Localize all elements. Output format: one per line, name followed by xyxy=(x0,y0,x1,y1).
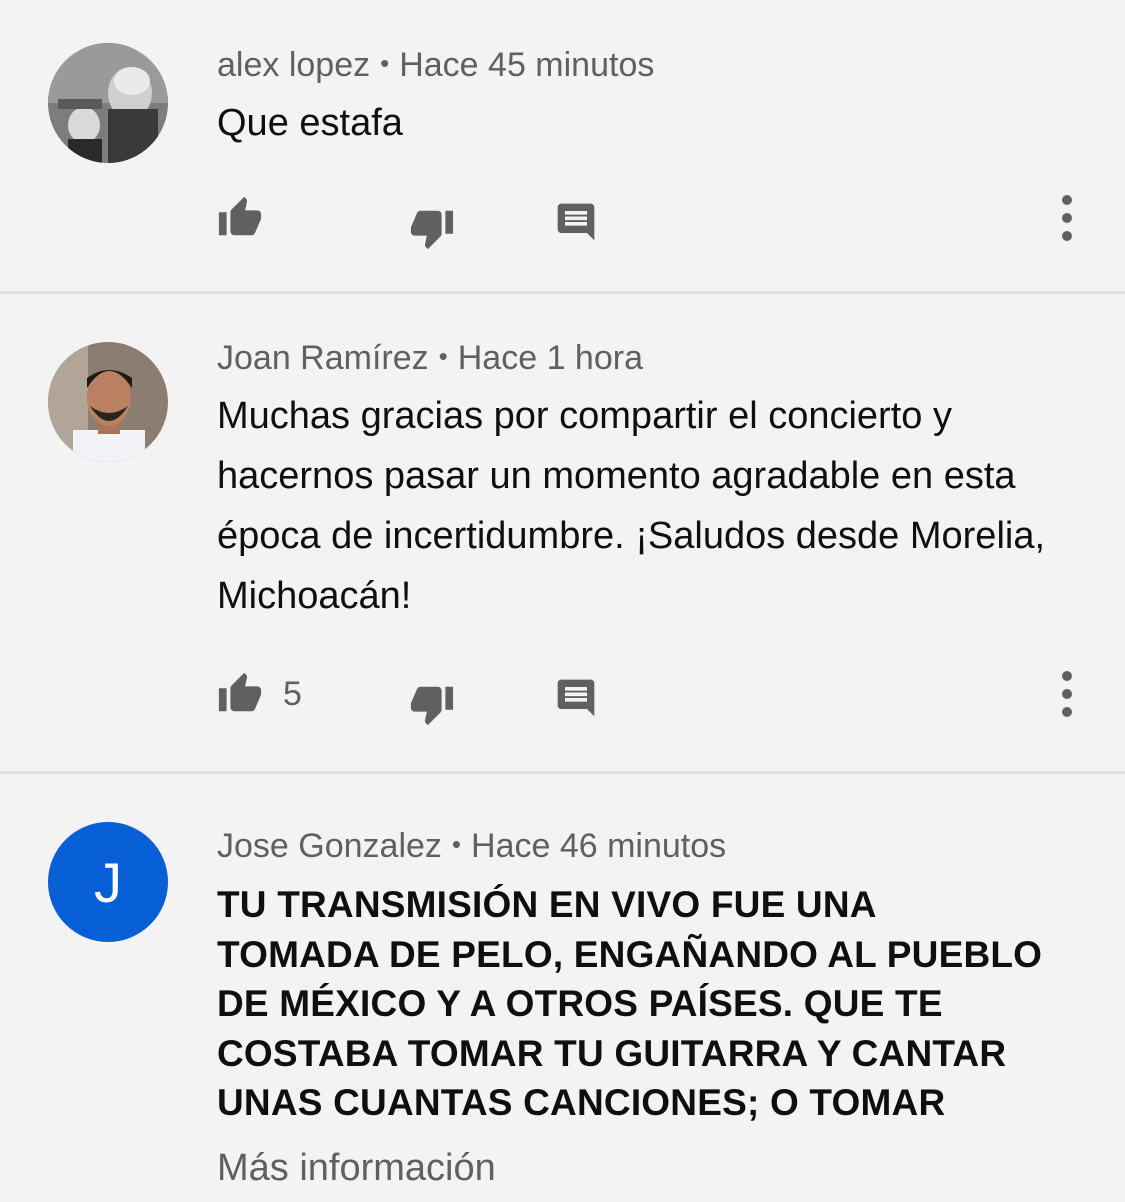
comment-text: Que estafa xyxy=(217,102,403,144)
avatar-letter: J xyxy=(94,850,122,914)
comment-text-line: COSTABA TOMAR TU GUITARRA Y CANTAR xyxy=(217,1032,1007,1074)
dislike-button[interactable] xyxy=(409,674,455,734)
comment-2: Joan Ramírez • Hace 1 hora Muchas gracias … xyxy=(0,294,1125,774)
comment-text-line: TU TRANSMISIÓN EN VIVO FUE UNA xyxy=(217,884,877,925)
comment-actions xyxy=(217,188,1125,250)
more-vertical-icon xyxy=(1062,195,1072,241)
avatar[interactable] xyxy=(48,43,168,163)
avatar[interactable]: J xyxy=(48,822,168,942)
read-more-link[interactable]: Más información xyxy=(217,1146,1085,1190)
like-button[interactable] xyxy=(217,188,283,248)
comment-meta: Jose Gonzalez • Hace 46 minutos xyxy=(217,824,1085,866)
comment-text-line: UNAS CUANTAS CANCIONES; O TOMAR xyxy=(217,1082,946,1123)
comment-meta: Joan Ramírez • Hace 1 hora xyxy=(217,336,1085,378)
comment-time[interactable]: Hace 45 minutos xyxy=(399,46,654,84)
thumb-down-icon xyxy=(410,686,454,726)
thumb-up-icon xyxy=(218,672,262,712)
comment-icon xyxy=(557,679,595,717)
author-name[interactable]: alex lopez xyxy=(217,46,370,84)
avatar-photo xyxy=(48,43,168,163)
meta-separator: • xyxy=(438,341,448,371)
like-count: 5 xyxy=(283,674,302,713)
reply-button[interactable] xyxy=(554,192,598,252)
author-name[interactable]: Joan Ramírez xyxy=(217,339,429,377)
comment-text: Muchas gracias por compartir el conciert… xyxy=(217,395,1046,617)
comment-text-line: DE MÉXICO Y A OTROS PAÍSES. QUE TE xyxy=(217,983,943,1024)
comment-icon xyxy=(557,203,595,241)
meta-separator: • xyxy=(380,48,390,78)
avatar[interactable] xyxy=(48,342,168,462)
comment-time[interactable]: Hace 46 minutos xyxy=(471,827,726,865)
like-button[interactable]: 5 xyxy=(217,664,302,724)
comment-meta: alex lopez • Hace 45 minutos xyxy=(217,43,1085,85)
comment-time[interactable]: Hace 1 hora xyxy=(458,339,643,377)
more-options-button[interactable] xyxy=(1053,188,1081,248)
comment-text-line: TOMADA DE PELO, ENGAÑANDO AL PUEBLO xyxy=(217,933,1043,975)
avatar-photo xyxy=(48,342,168,462)
more-vertical-icon xyxy=(1062,671,1072,717)
meta-separator: • xyxy=(451,829,462,859)
comment-1: alex lopez • Hace 45 minutos Que estafa xyxy=(0,0,1125,294)
comment-3: J Jose Gonzalez • Hace 46 minutos TU TRANS… xyxy=(0,774,1125,1199)
thumb-down-icon xyxy=(410,210,454,250)
comment-actions: 5 xyxy=(217,664,1125,726)
thumb-up-icon xyxy=(218,196,262,236)
reply-button[interactable] xyxy=(554,668,598,728)
author-name[interactable]: Jose Gonzalez xyxy=(217,827,442,865)
dislike-button[interactable] xyxy=(409,198,455,258)
comment-text: TU TRANSMISIÓN EN VIVO FUE UNA TOMADA DE… xyxy=(217,880,1085,1128)
more-options-button[interactable] xyxy=(1053,664,1081,724)
